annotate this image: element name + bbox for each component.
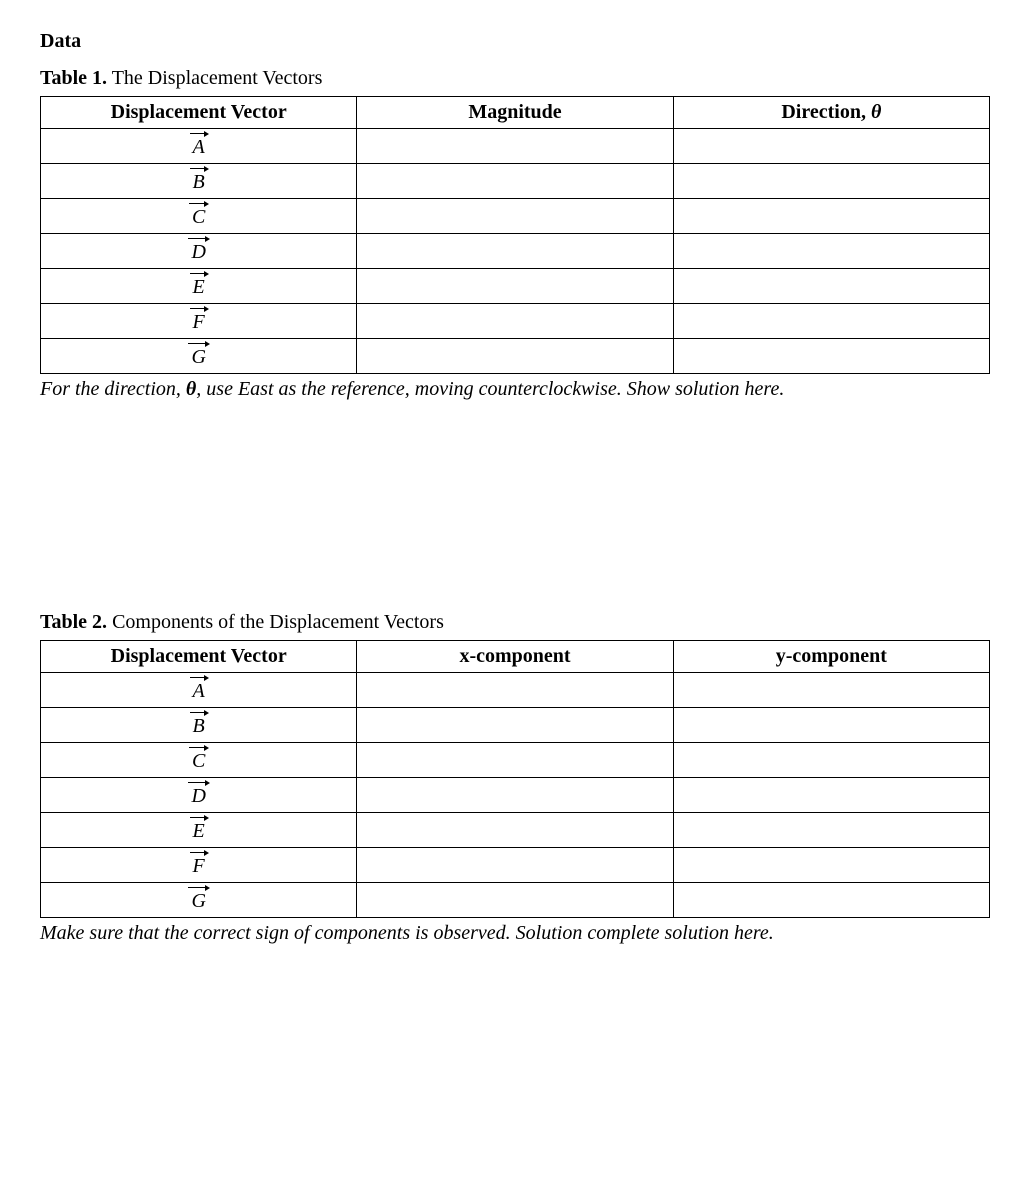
vector-arrow-icon: G xyxy=(191,341,205,371)
section-heading: Data xyxy=(40,30,990,53)
table1-cell-magnitude xyxy=(357,234,673,269)
table2-cell-vector: B xyxy=(41,708,357,743)
table2-cell-vector: E xyxy=(41,813,357,848)
table2-cell-x xyxy=(357,778,673,813)
table1-cell-vector: C xyxy=(41,199,357,234)
table2-cell-x xyxy=(357,883,673,918)
table1-cell-direction xyxy=(673,234,989,269)
table1-cell-vector: B xyxy=(41,164,357,199)
table2-cell-vector: G xyxy=(41,883,357,918)
table2-header-ycomponent: y-component xyxy=(673,641,989,673)
table1-cell-magnitude xyxy=(357,129,673,164)
vector-arrow-icon: A xyxy=(193,675,205,705)
vector-arrow-icon: F xyxy=(193,306,205,336)
table1-cell-direction xyxy=(673,339,989,374)
table2-cell-vector: A xyxy=(41,673,357,708)
table1-caption: Table 1. The Displacement Vectors xyxy=(40,67,990,90)
table-row: B xyxy=(41,708,990,743)
table1-cell-direction xyxy=(673,304,989,339)
theta-symbol: θ xyxy=(186,378,196,400)
table2-cell-y xyxy=(673,813,989,848)
table1-cell-vector: D xyxy=(41,234,357,269)
table2-caption-text: Components of the Displacement Vectors xyxy=(107,611,444,633)
table2-header-displacement: Displacement Vector xyxy=(41,641,357,673)
table1-cell-direction xyxy=(673,129,989,164)
table2-cell-y xyxy=(673,708,989,743)
table1-cell-direction xyxy=(673,269,989,304)
table-row: F xyxy=(41,848,990,883)
table1-caption-text: The Displacement Vectors xyxy=(107,67,322,89)
table1-note-prefix: For the direction, xyxy=(40,378,186,400)
table1-cell-vector: G xyxy=(41,339,357,374)
table2-cell-x xyxy=(357,708,673,743)
table-row: F xyxy=(41,304,990,339)
solution-space-1 xyxy=(40,401,990,611)
table2-cell-vector: C xyxy=(41,743,357,778)
table2: Displacement Vector x-component y-compon… xyxy=(40,640,990,918)
vector-arrow-icon: E xyxy=(193,815,205,845)
table2-cell-vector: D xyxy=(41,778,357,813)
vector-arrow-icon: E xyxy=(193,271,205,301)
table2-cell-y xyxy=(673,883,989,918)
table1-cell-magnitude xyxy=(357,164,673,199)
vector-arrow-icon: B xyxy=(193,710,205,740)
table1-cell-direction xyxy=(673,164,989,199)
table1-cell-vector: A xyxy=(41,129,357,164)
table1-caption-label: Table 1. xyxy=(40,67,107,89)
vector-arrow-icon: D xyxy=(191,780,205,810)
table1-header-magnitude: Magnitude xyxy=(357,97,673,129)
table-row: A xyxy=(41,673,990,708)
table2-caption-label: Table 2. xyxy=(40,611,107,633)
vector-arrow-icon: G xyxy=(191,885,205,915)
table1-header-direction: Direction, θ xyxy=(673,97,989,129)
table1-header-displacement: Displacement Vector xyxy=(41,97,357,129)
table2-header-row: Displacement Vector x-component y-compon… xyxy=(41,641,990,673)
vector-arrow-icon: C xyxy=(192,201,205,231)
table2-header-xcomponent: x-component xyxy=(357,641,673,673)
vector-arrow-icon: B xyxy=(193,166,205,196)
table2-cell-x xyxy=(357,848,673,883)
table-row: B xyxy=(41,164,990,199)
table1-cell-magnitude xyxy=(357,304,673,339)
table1-cell-magnitude xyxy=(357,269,673,304)
vector-arrow-icon: C xyxy=(192,745,205,775)
theta-symbol: θ xyxy=(871,101,881,123)
table1-cell-magnitude xyxy=(357,339,673,374)
table2-cell-x xyxy=(357,673,673,708)
vector-arrow-icon: F xyxy=(193,850,205,880)
table1-note: For the direction, θ, use East as the re… xyxy=(40,378,990,401)
table1-cell-direction xyxy=(673,199,989,234)
table2-note: Make sure that the correct sign of compo… xyxy=(40,922,990,945)
table1-note-suffix: , use East as the reference, moving coun… xyxy=(196,378,784,400)
table2-cell-y xyxy=(673,673,989,708)
table2-caption: Table 2. Components of the Displacement … xyxy=(40,611,990,634)
table-row: A xyxy=(41,129,990,164)
table-row: C xyxy=(41,199,990,234)
table-row: E xyxy=(41,269,990,304)
table1-cell-vector: F xyxy=(41,304,357,339)
table-row: D xyxy=(41,234,990,269)
table2-cell-x xyxy=(357,813,673,848)
direction-label-prefix: Direction, xyxy=(781,101,871,123)
table2-cell-y xyxy=(673,743,989,778)
table2-cell-x xyxy=(357,743,673,778)
table2-cell-y xyxy=(673,848,989,883)
table2-cell-vector: F xyxy=(41,848,357,883)
table1-cell-magnitude xyxy=(357,199,673,234)
table-row: E xyxy=(41,813,990,848)
table-row: G xyxy=(41,883,990,918)
vector-arrow-icon: D xyxy=(191,236,205,266)
table-row: D xyxy=(41,778,990,813)
table-row: G xyxy=(41,339,990,374)
vector-arrow-icon: A xyxy=(193,131,205,161)
table2-cell-y xyxy=(673,778,989,813)
table1-header-row: Displacement Vector Magnitude Direction,… xyxy=(41,97,990,129)
table1: Displacement Vector Magnitude Direction,… xyxy=(40,96,990,374)
table1-cell-vector: E xyxy=(41,269,357,304)
table-row: C xyxy=(41,743,990,778)
